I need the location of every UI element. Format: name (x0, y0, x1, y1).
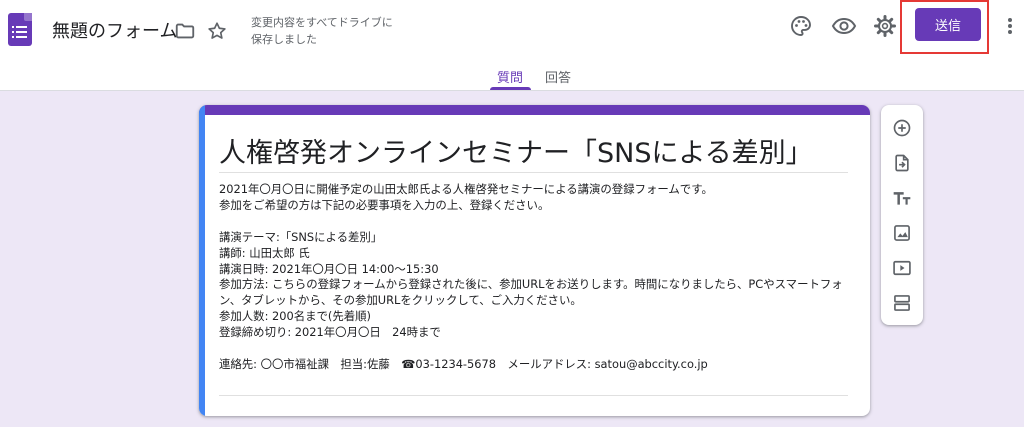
form-title[interactable]: 無題のフォーム (52, 17, 177, 43)
description-line: 講演テーマ:「SNSによる差別」 (219, 229, 383, 244)
settings-gear-icon[interactable] (873, 14, 897, 38)
form-main-title[interactable]: 人権啓発オンラインセミナー「SNSによる差別」 (219, 131, 813, 170)
title-underline (219, 172, 848, 173)
card-accent-strip (199, 105, 870, 115)
floating-toolbar (881, 105, 923, 325)
add-section-icon[interactable] (892, 293, 912, 313)
description-line: 連絡先: 〇〇市福祉課 担当:佐藤 ☎03-1234-5678 メールアドレス:… (219, 356, 708, 371)
tab-responses[interactable]: 回答 (545, 67, 571, 86)
preview-eye-icon[interactable] (831, 14, 857, 38)
form-description[interactable]: 2021年〇月〇日に開催予定の山田太郎氏よる人権啓発セミナーによる講演の登録フォ… (219, 182, 854, 373)
top-bar: 無題のフォーム 変更内容をすべてドライブに保存しました 送信 質問 回答 (0, 0, 1024, 91)
description-line: 2021年〇月〇日に開催予定の山田太郎氏よる人権啓発セミナーによる講演の登録フォ… (219, 182, 713, 196)
description-underline (219, 395, 848, 396)
add-question-icon[interactable] (892, 118, 912, 138)
description-line: 参加をご希望の方は下記の必要事項を入力の上、登録ください。 (219, 197, 550, 212)
more-vert-icon[interactable] (1003, 14, 1017, 38)
tab-questions[interactable]: 質問 (497, 67, 523, 86)
description-line: 講演日時: 2021年〇月〇日 14:00～15:30 (219, 261, 439, 276)
description-line: 参加方法: こちらの登録フォームから登録された後に、参加URLをお送りします。時… (219, 277, 843, 308)
card-focus-indicator (199, 105, 205, 416)
send-button[interactable]: 送信 (915, 8, 981, 41)
description-line: 登録締め切り: 2021年〇月〇日 24時まで (219, 325, 441, 340)
save-status-text: 変更内容をすべてドライブに保存しました (251, 16, 393, 46)
folder-icon[interactable] (174, 20, 196, 42)
description-line (219, 341, 854, 357)
description-line: 講師: 山田太郎 氏 (219, 245, 310, 260)
form-header-card[interactable]: 人権啓発オンラインセミナー「SNSによる差別」 2021年〇月〇日に開催予定の山… (199, 105, 870, 416)
active-tab-indicator (490, 87, 531, 90)
add-title-icon[interactable] (892, 188, 912, 208)
add-video-icon[interactable] (892, 258, 912, 278)
palette-icon[interactable] (789, 14, 813, 38)
star-icon[interactable] (206, 20, 228, 42)
add-image-icon[interactable] (892, 223, 912, 243)
description-line: 参加人数: 200名まで(先着順) (219, 309, 371, 324)
import-questions-icon[interactable] (892, 153, 912, 173)
forms-app-icon[interactable] (8, 13, 32, 46)
description-line (219, 214, 854, 230)
